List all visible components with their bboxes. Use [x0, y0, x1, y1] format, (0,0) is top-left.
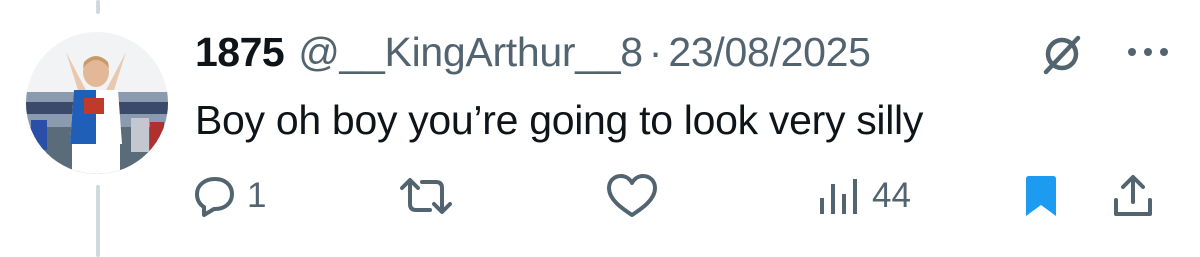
tweet-date[interactable]: 23/08/2025 [668, 28, 871, 76]
bookmark-icon [1026, 176, 1056, 216]
user-handle[interactable]: @__KingArthur__8 [298, 28, 643, 76]
avatar[interactable] [26, 32, 168, 174]
grok-icon[interactable] [1040, 32, 1084, 76]
views-count: 44 [872, 176, 911, 215]
views-button[interactable]: 44 [818, 172, 911, 220]
reply-button[interactable]: 1 [193, 172, 266, 220]
retweet-icon [400, 178, 452, 214]
retweet-button[interactable] [398, 172, 454, 220]
reply-icon [195, 177, 234, 217]
share-icon [1114, 175, 1152, 216]
avatar-photo-icon [26, 32, 168, 174]
share-button[interactable] [1112, 172, 1154, 220]
reply-count: 1 [247, 176, 267, 215]
bookmark-button[interactable] [1022, 172, 1060, 220]
header-separator: · [648, 29, 663, 75]
thread-line-bottom [96, 185, 100, 257]
tweet-header: 1875 @__KingArthur__8 · 23/08/2025 [195, 28, 871, 76]
like-icon [607, 174, 657, 217]
more-icon[interactable] [1124, 44, 1172, 60]
like-button[interactable] [605, 172, 659, 220]
display-name[interactable]: 1875 [195, 28, 285, 76]
tweet-text: Boy oh boy you’re going to look very sil… [195, 97, 924, 143]
views-icon [820, 179, 857, 214]
thread-line-top [96, 0, 100, 14]
